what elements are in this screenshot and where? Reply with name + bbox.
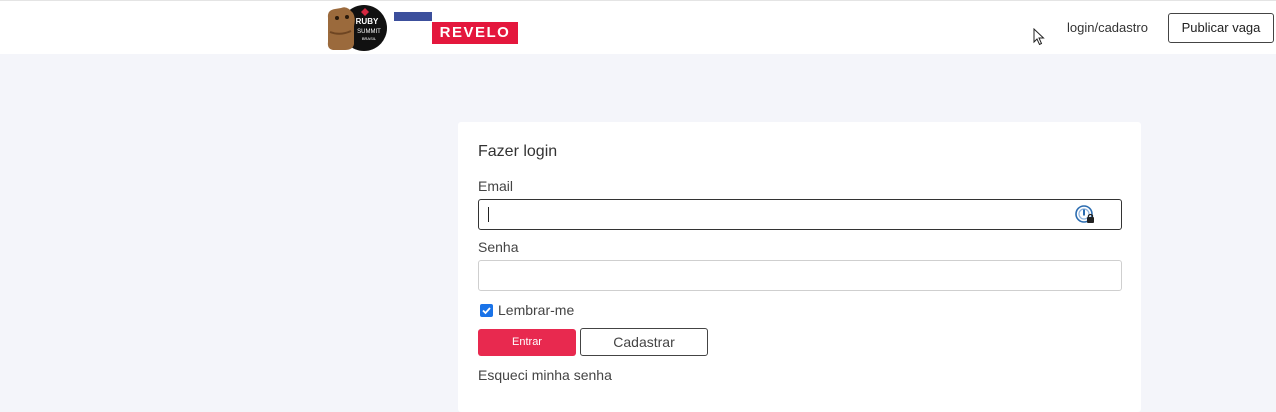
remember-me-label: Lembrar-me bbox=[498, 302, 575, 318]
login-card: Fazer login Email Senha Lembrar-me Entra… bbox=[458, 122, 1141, 412]
cadastrar-button[interactable]: Cadastrar bbox=[580, 328, 708, 356]
email-label: Email bbox=[478, 178, 514, 194]
remember-me-checkbox[interactable] bbox=[480, 303, 493, 317]
publicar-vaga-button[interactable]: Publicar vaga bbox=[1168, 13, 1274, 43]
password-label: Senha bbox=[478, 239, 519, 255]
revelo-logo[interactable]: REVELO bbox=[432, 22, 518, 44]
ruby-logo-text-3: BRASIL bbox=[362, 36, 377, 41]
ruby-summit-logo[interactable]: RUBY SUMMIT BRASIL bbox=[325, 4, 389, 52]
checkmark-icon bbox=[482, 306, 491, 314]
ruby-logo-text-1: RUBY bbox=[356, 17, 379, 26]
top-navigation-bar: RUBY SUMMIT BRASIL REVELO login/cadastro… bbox=[0, 0, 1276, 54]
email-input[interactable] bbox=[478, 199, 1122, 230]
entrar-button[interactable]: Entrar bbox=[478, 329, 576, 356]
password-manager-icon[interactable] bbox=[1075, 205, 1095, 225]
ruby-logo-text-2: SUMMIT bbox=[357, 29, 381, 35]
remember-me-row[interactable]: Lembrar-me bbox=[480, 302, 574, 318]
password-input[interactable] bbox=[478, 260, 1122, 291]
forgot-password-link[interactable]: Esqueci minha senha bbox=[478, 367, 612, 383]
mouse-cursor-icon bbox=[1033, 27, 1045, 46]
login-cadastro-link[interactable]: login/cadastro bbox=[1067, 20, 1148, 36]
text-caret bbox=[488, 207, 489, 222]
revelo-logo-bar bbox=[394, 12, 432, 21]
login-title: Fazer login bbox=[478, 143, 558, 160]
